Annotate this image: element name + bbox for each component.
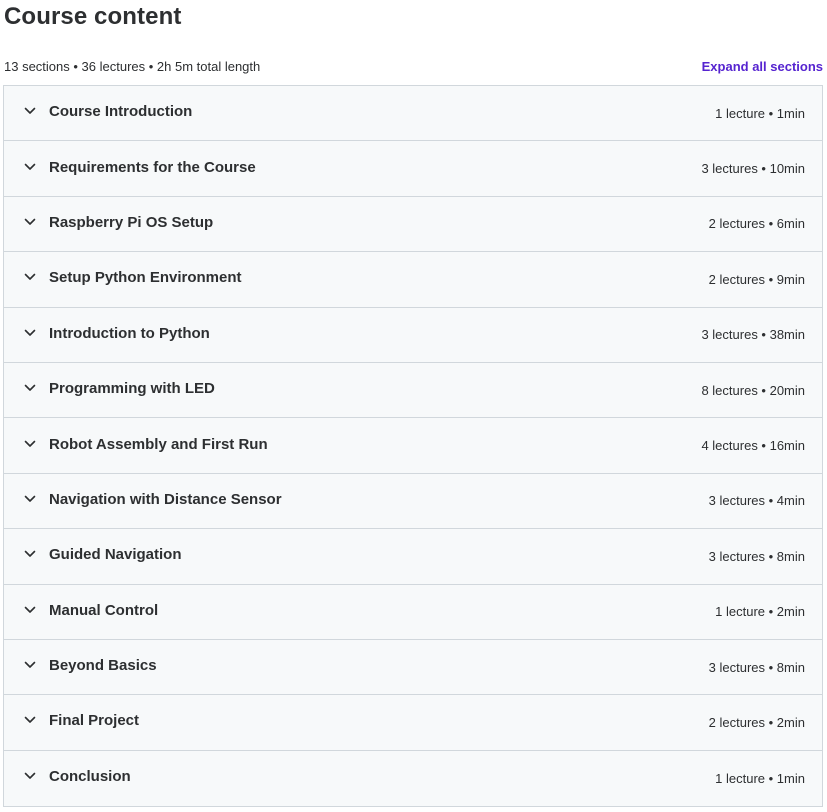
section-title: Final Project — [49, 712, 140, 730]
section-title: Conclusion — [49, 768, 131, 786]
page-title: Course content — [4, 3, 182, 30]
section-title: Course Introduction — [49, 103, 193, 121]
chevron-down-icon — [23, 160, 37, 174]
section-header-1[interactable]: Course Introduction 1 lecture • 1min — [4, 86, 822, 142]
section-meta: 3 lectures • 10min — [701, 161, 805, 177]
section-title: Robot Assembly and First Run — [49, 435, 268, 453]
chevron-down-icon — [23, 603, 37, 617]
chevron-down-icon — [23, 713, 37, 727]
section-meta: 3 lectures • 4min — [708, 493, 805, 509]
chevron-down-icon — [23, 492, 37, 506]
chevron-down-icon — [23, 547, 37, 561]
section-title: Programming with LED — [49, 380, 215, 398]
section-header-7[interactable]: Robot Assembly and First Run 4 lectures … — [4, 418, 822, 474]
chevron-down-icon — [23, 215, 37, 229]
section-meta: 8 lectures • 20min — [701, 382, 805, 398]
section-header-5[interactable]: Introduction to Python 3 lectures • 38mi… — [4, 307, 822, 363]
chevron-down-icon — [23, 270, 37, 284]
chevron-down-icon — [23, 381, 37, 395]
section-header-8[interactable]: Navigation with Distance Sensor 3 lectur… — [4, 473, 822, 530]
section-meta: 1 lecture • 1min — [715, 770, 805, 786]
section-title: Introduction to Python — [49, 324, 210, 342]
section-header-12[interactable]: Final Project 2 lectures • 2min — [4, 695, 822, 751]
section-header-2[interactable]: Requirements for the Course 3 lectures •… — [4, 141, 822, 197]
section-meta: 3 lectures • 8min — [708, 548, 805, 564]
expand-all-sections-button[interactable]: Expand all sections — [702, 59, 823, 74]
course-summary: 13 sections • 36 lectures • 2h 5m total … — [4, 58, 261, 74]
section-meta: 4 lectures • 16min — [701, 438, 805, 454]
section-title: Raspberry Pi OS Setup — [49, 213, 214, 231]
section-list: Course Introduction 1 lecture • 1min Req… — [3, 85, 823, 808]
course-summary-row: 13 sections • 36 lectures • 2h 5m total … — [4, 56, 823, 76]
section-meta: 2 lectures • 9min — [708, 271, 805, 287]
section-title: Guided Navigation — [49, 546, 182, 564]
section-header-9[interactable]: Guided Navigation 3 lectures • 8min — [4, 529, 822, 585]
section-meta: 3 lectures • 38min — [701, 327, 805, 343]
section-meta: 2 lectures • 6min — [708, 216, 805, 232]
section-meta: 2 lectures • 2min — [708, 714, 805, 730]
chevron-down-icon — [23, 326, 37, 340]
section-title: Navigation with Distance Sensor — [49, 490, 282, 508]
chevron-down-icon — [23, 769, 37, 783]
section-title: Requirements for the Course — [49, 158, 256, 176]
section-title: Setup Python Environment — [49, 269, 242, 287]
chevron-down-icon — [23, 104, 37, 118]
section-title: Manual Control — [49, 601, 159, 619]
chevron-down-icon — [23, 658, 37, 672]
chevron-down-icon — [23, 437, 37, 451]
section-title: Beyond Basics — [49, 657, 157, 675]
section-header-11[interactable]: Beyond Basics 3 lectures • 8min — [4, 639, 822, 696]
section-meta: 1 lecture • 1min — [715, 105, 805, 121]
section-header-3[interactable]: Raspberry Pi OS Setup 2 lectures • 6min — [4, 196, 822, 253]
section-header-10[interactable]: Manual Control 1 lecture • 2min — [4, 584, 822, 640]
section-meta: 1 lecture • 2min — [715, 604, 805, 620]
section-header-4[interactable]: Setup Python Environment 2 lectures • 9m… — [4, 252, 822, 308]
section-meta: 3 lectures • 8min — [708, 659, 805, 675]
section-header-13[interactable]: Conclusion 1 lecture • 1min — [4, 750, 822, 807]
section-header-6[interactable]: Programming with LED 8 lectures • 20min — [4, 362, 822, 419]
